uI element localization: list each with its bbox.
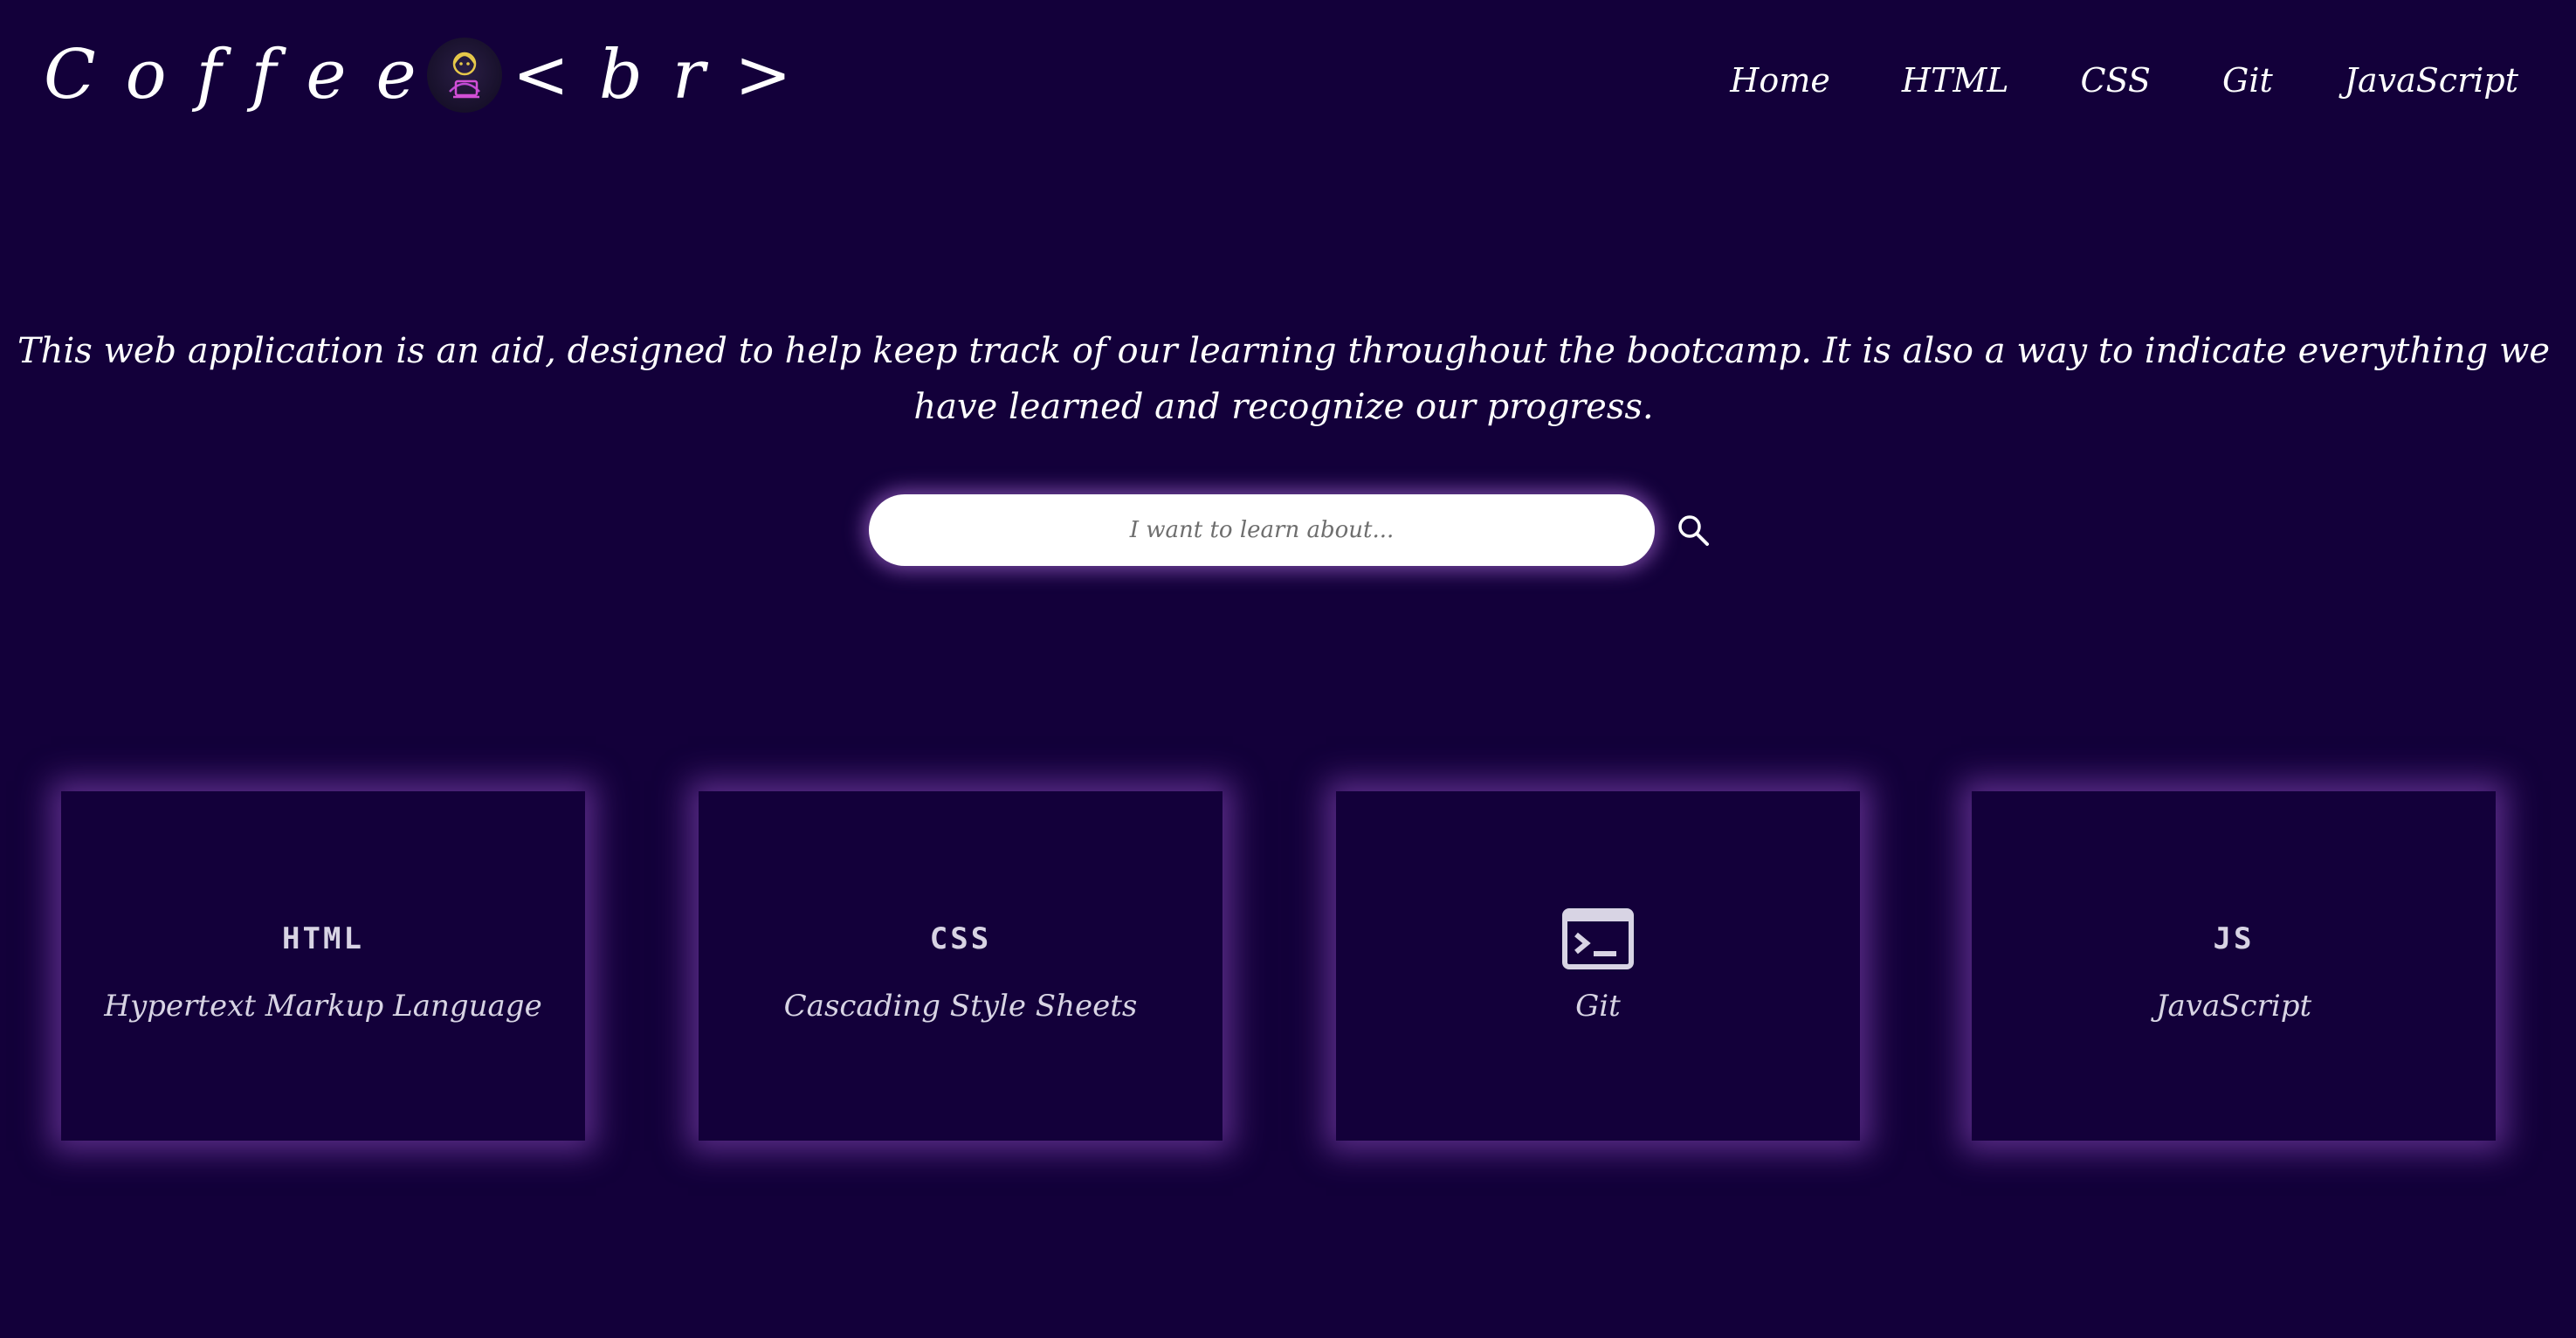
nav-link-css[interactable]: CSS (2080, 61, 2150, 100)
nav-link-javascript[interactable]: JavaScript (2345, 61, 2518, 100)
card-title: JavaScript (2155, 989, 2312, 1024)
nav-link-html[interactable]: HTML (1902, 61, 2009, 100)
intro-text: This web application is an aid, designed… (17, 331, 2550, 427)
site-logo[interactable]: Coffee <br> (44, 31, 822, 119)
card-git[interactable]: Git (1336, 791, 1860, 1141)
nav-link-home[interactable]: Home (1730, 61, 1830, 100)
js-icon: JS (2213, 921, 2255, 956)
main-nav: Home HTML CSS Git JavaScript (1658, 61, 2518, 100)
nav-link-git[interactable]: Git (2222, 61, 2273, 100)
html-icon: HTML (282, 921, 364, 956)
search-icon (1678, 515, 1709, 546)
search-button[interactable] (1674, 511, 1712, 549)
card-title: Git (1575, 989, 1621, 1024)
css-icon: CSS (929, 921, 992, 956)
card-title: Hypertext Markup Language (104, 989, 542, 1024)
site-header: Coffee <br> Home HTML CSS Git JavaScript (0, 0, 2576, 148)
search-bar (869, 494, 1712, 566)
card-javascript[interactable]: JS JavaScript (1972, 791, 2496, 1141)
card-html[interactable]: HTML Hypertext Markup Language (61, 791, 585, 1141)
logo-text-br: <br> (512, 36, 822, 114)
terminal-icon (1562, 908, 1634, 969)
search-input[interactable] (869, 494, 1655, 566)
card-title: Cascading Style Sheets (783, 989, 1138, 1024)
logo-text-coffee: Coffee (44, 36, 446, 114)
hacker-avatar-icon (426, 38, 502, 113)
card-css[interactable]: CSS Cascading Style Sheets (699, 791, 1223, 1141)
